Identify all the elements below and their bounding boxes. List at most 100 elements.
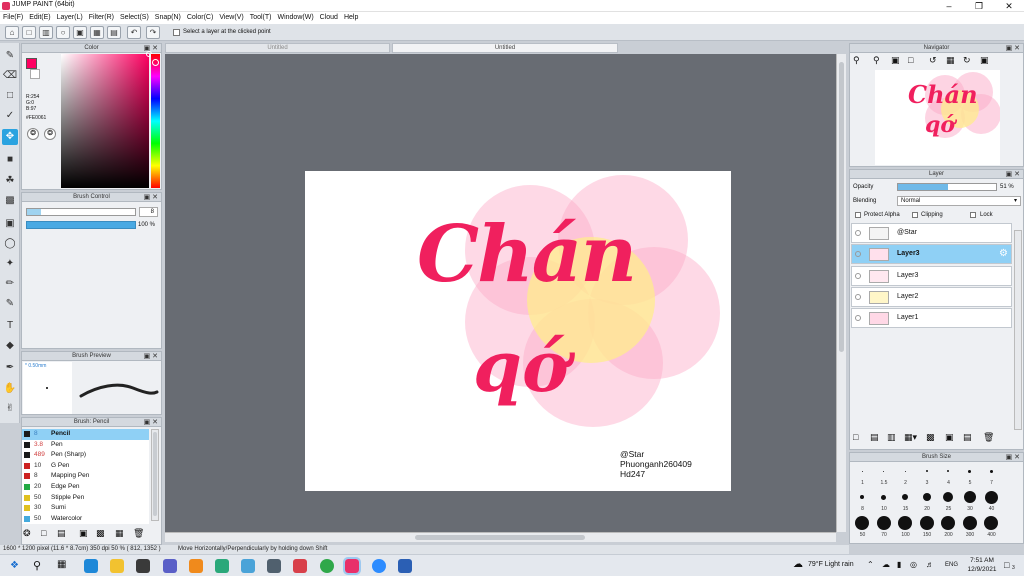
fill-rect-tool-icon[interactable]: ■ <box>2 152 18 168</box>
zoom-out-icon[interactable]: ⚲ <box>873 55 880 66</box>
word-icon[interactable] <box>398 559 412 573</box>
brush-list-item[interactable]: 8 Mapping Pen <box>22 471 149 482</box>
magic-wand-tool-icon[interactable]: ✦ <box>2 256 18 272</box>
save-icon[interactable]: ▣ <box>73 26 87 39</box>
brush-list-item[interactable]: 3.8 Pen <box>22 439 149 451</box>
visibility-icon[interactable] <box>855 315 861 322</box>
visibility-icon[interactable] <box>855 251 861 258</box>
zoom-app-icon[interactable] <box>372 559 386 573</box>
panel-close-icon[interactable]: ▣ ✕ <box>144 352 158 361</box>
brush-size-dot[interactable] <box>947 470 949 472</box>
task-view-icon[interactable]: ▦ <box>57 559 66 570</box>
select-pen-tool-icon[interactable]: ✏ <box>2 276 18 292</box>
brush-size-dot[interactable] <box>919 516 934 530</box>
orange-app-icon[interactable] <box>189 559 203 573</box>
hue-slider-handle[interactable] <box>152 59 159 66</box>
menu-color[interactable]: Color(C) <box>184 12 216 24</box>
actual-size-icon[interactable]: □ <box>908 55 913 65</box>
brush-size-dot[interactable] <box>984 490 998 504</box>
foreground-color-swatch[interactable] <box>26 58 37 69</box>
lasso-select-tool-icon[interactable]: ◯ <box>2 236 18 252</box>
brush-add-icon[interactable]: ❂ <box>23 528 31 539</box>
layer-row[interactable]: @Star <box>851 223 1012 243</box>
panel-close-icon[interactable]: ▣ ✕ <box>1006 453 1020 462</box>
open-file-icon[interactable]: ▥ <box>39 26 53 39</box>
brush-list-item[interactable]: 20 Edge Pen <box>22 482 149 493</box>
brush-size-dot[interactable] <box>989 469 993 473</box>
brush-size-dot[interactable] <box>925 470 928 472</box>
gradient-tool-icon[interactable]: ▩ <box>2 193 18 209</box>
chrome-icon[interactable] <box>320 559 334 573</box>
brush-list-item[interactable]: 8 Pencil <box>22 429 149 440</box>
redo-icon[interactable]: ↷ <box>146 26 160 39</box>
navigator-thumbnail[interactable]: Chán qớ <box>875 70 1000 165</box>
doc-tab-1[interactable]: Untitled <box>165 43 390 53</box>
fit-icon[interactable]: ▣ <box>891 55 900 66</box>
color-palette-icon[interactable]: ❂ <box>44 128 56 140</box>
brush-list-item[interactable]: 30 Sumi <box>22 503 149 514</box>
brush-size-dot[interactable] <box>898 516 912 530</box>
menu-filter[interactable]: Filter(R) <box>86 12 117 24</box>
select-dotted-tool-icon[interactable]: ▣ <box>2 216 18 232</box>
color-wheel-icon[interactable]: ❂ <box>27 128 39 140</box>
notification-icon[interactable]: □ <box>1004 560 1009 570</box>
brush-opacity-slider[interactable] <box>26 221 136 229</box>
horizontal-scrollbar[interactable] <box>165 532 836 542</box>
start-icon[interactable]: ❖ <box>10 561 20 571</box>
layer-row[interactable]: Layer3 <box>851 265 1012 286</box>
menu-snap[interactable]: Snap(N) <box>152 12 184 24</box>
hue-slider[interactable] <box>151 54 160 188</box>
move-tool-icon[interactable]: ✥ <box>2 129 18 145</box>
background-color-swatch[interactable] <box>30 69 40 79</box>
eraser-tool-icon[interactable]: ⌫ <box>2 68 18 84</box>
home-icon[interactable]: ⌂ <box>5 26 19 39</box>
menu-cloud[interactable]: Cloud <box>317 12 341 24</box>
menu-tool[interactable]: Tool(T) <box>247 12 275 24</box>
brush-list-item[interactable]: 489 Pen (Sharp) <box>22 450 149 461</box>
bucket-tool-icon[interactable]: ☘ <box>2 173 18 189</box>
brush-size-dot[interactable] <box>902 494 908 500</box>
brush-size-dot[interactable] <box>984 516 998 530</box>
minimize-icon[interactable]: – <box>934 0 964 12</box>
menu-file[interactable]: File(F) <box>0 12 26 24</box>
battery-icon[interactable]: ▮ <box>897 560 901 569</box>
menu-window[interactable]: Window(W) <box>274 12 316 24</box>
brush-delete-icon[interactable]: 🗑 <box>133 528 144 539</box>
menu-help[interactable]: Help <box>341 12 361 24</box>
search-icon[interactable]: ⚲ <box>33 559 41 572</box>
doc-tab-2[interactable]: Untitled <box>392 43 618 53</box>
red-app-icon[interactable] <box>293 559 307 573</box>
rotate-right-icon[interactable]: ↻ <box>963 55 971 66</box>
duplicate-layer-icon[interactable]: ▤ <box>963 432 972 443</box>
brush-size-dot[interactable] <box>941 516 955 530</box>
volume-icon[interactable]: ♬ <box>926 560 934 569</box>
layer-opacity-slider[interactable] <box>897 183 997 191</box>
brush-size-dot[interactable] <box>968 469 971 473</box>
select-eraser-tool-icon[interactable]: ✎ <box>2 296 18 312</box>
pencil-tool-icon[interactable]: ✎ <box>2 48 18 64</box>
brush-size-dot[interactable] <box>860 495 864 499</box>
clock-time[interactable]: 7:51 AM <box>967 557 997 564</box>
brush-size-dot[interactable] <box>904 470 906 472</box>
blending-select[interactable]: Normal ▾ <box>897 196 1021 206</box>
flip-icon[interactable]: ▦ <box>946 55 955 66</box>
layer-row[interactable]: Layer3 ⚙ <box>851 244 1012 265</box>
brush-size-dot[interactable] <box>883 470 884 472</box>
eyedropper-tool-icon[interactable]: ✒ <box>2 360 18 376</box>
undo-icon[interactable]: ↶ <box>127 26 141 39</box>
grid-icon[interactable]: ▦ <box>90 26 104 39</box>
clock-date[interactable]: 12/9/2021 <box>964 566 1000 573</box>
close-icon[interactable]: ✕ <box>994 0 1024 12</box>
green-app-icon[interactable] <box>215 559 229 573</box>
lasso-tool-icon[interactable]: ✓ <box>2 108 18 124</box>
panel-close-icon[interactable]: ▣ ✕ <box>144 193 158 202</box>
clipping-checkbox[interactable] <box>912 212 918 218</box>
delete-layer-icon[interactable]: 🗑 <box>983 432 994 443</box>
shape-tool-icon[interactable]: ◆ <box>2 338 18 354</box>
new-raster-layer-icon[interactable]: ▤ <box>870 432 879 443</box>
layer-row[interactable]: Layer2 <box>851 286 1012 307</box>
file-explorer-icon[interactable] <box>110 559 124 573</box>
visibility-icon[interactable] <box>855 293 861 300</box>
brush-size-dot[interactable] <box>876 516 891 530</box>
tray-chevron-icon[interactable]: ⌃ <box>867 560 874 569</box>
